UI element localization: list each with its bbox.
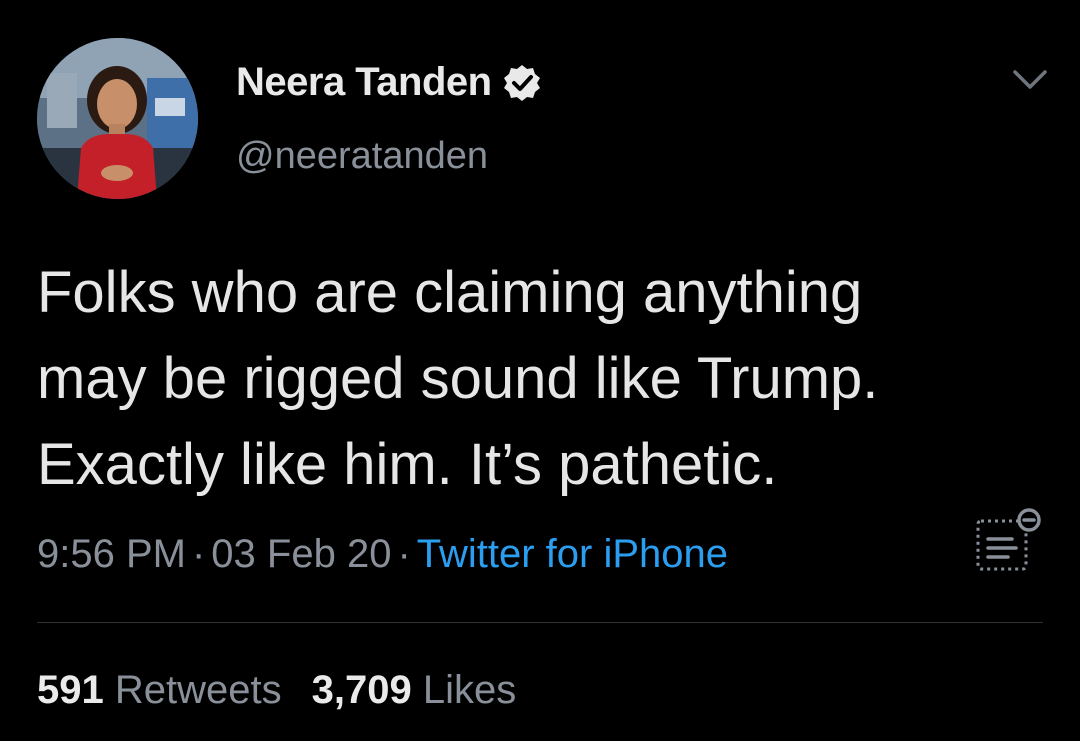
tweet-text: Folks who are claiming anything may be r… bbox=[37, 260, 879, 497]
likes-label: Likes bbox=[422, 668, 517, 712]
verified-badge-icon bbox=[503, 64, 540, 101]
tweet-date[interactable]: 03 Feb 20 bbox=[211, 532, 391, 576]
tweet-meta: 9:56 PM · 03 Feb 20 · Twitter for iPhone bbox=[37, 532, 728, 577]
meta-separator: · bbox=[191, 532, 206, 576]
author-name-text: Neera Tanden bbox=[236, 60, 492, 104]
retweets-label: Retweets bbox=[114, 668, 282, 712]
tweet-card: Neera Tanden @neeratanden Folks who are … bbox=[0, 0, 1080, 741]
retweets-stat[interactable]: 591 Retweets bbox=[37, 668, 282, 712]
author-handle[interactable]: @neeratanden bbox=[236, 135, 488, 178]
chevron-down-icon[interactable] bbox=[1012, 66, 1048, 94]
retweets-count: 591 bbox=[37, 668, 104, 712]
divider bbox=[37, 622, 1043, 623]
meta-separator: · bbox=[397, 532, 411, 576]
author-avatar[interactable] bbox=[37, 38, 198, 199]
tweet-analytics-icon[interactable] bbox=[972, 505, 1044, 577]
author-name[interactable]: Neera Tanden bbox=[236, 60, 542, 105]
avatar-photo-icon bbox=[37, 38, 198, 199]
tweet-time[interactable]: 9:56 PM bbox=[37, 532, 186, 576]
likes-count: 3,709 bbox=[311, 668, 412, 712]
tweet-source-link[interactable]: Twitter for iPhone bbox=[417, 532, 728, 576]
tweet-stats: 591 Retweets 3,709 Likes bbox=[37, 668, 546, 713]
likes-stat[interactable]: 3,709 Likes bbox=[312, 668, 517, 712]
